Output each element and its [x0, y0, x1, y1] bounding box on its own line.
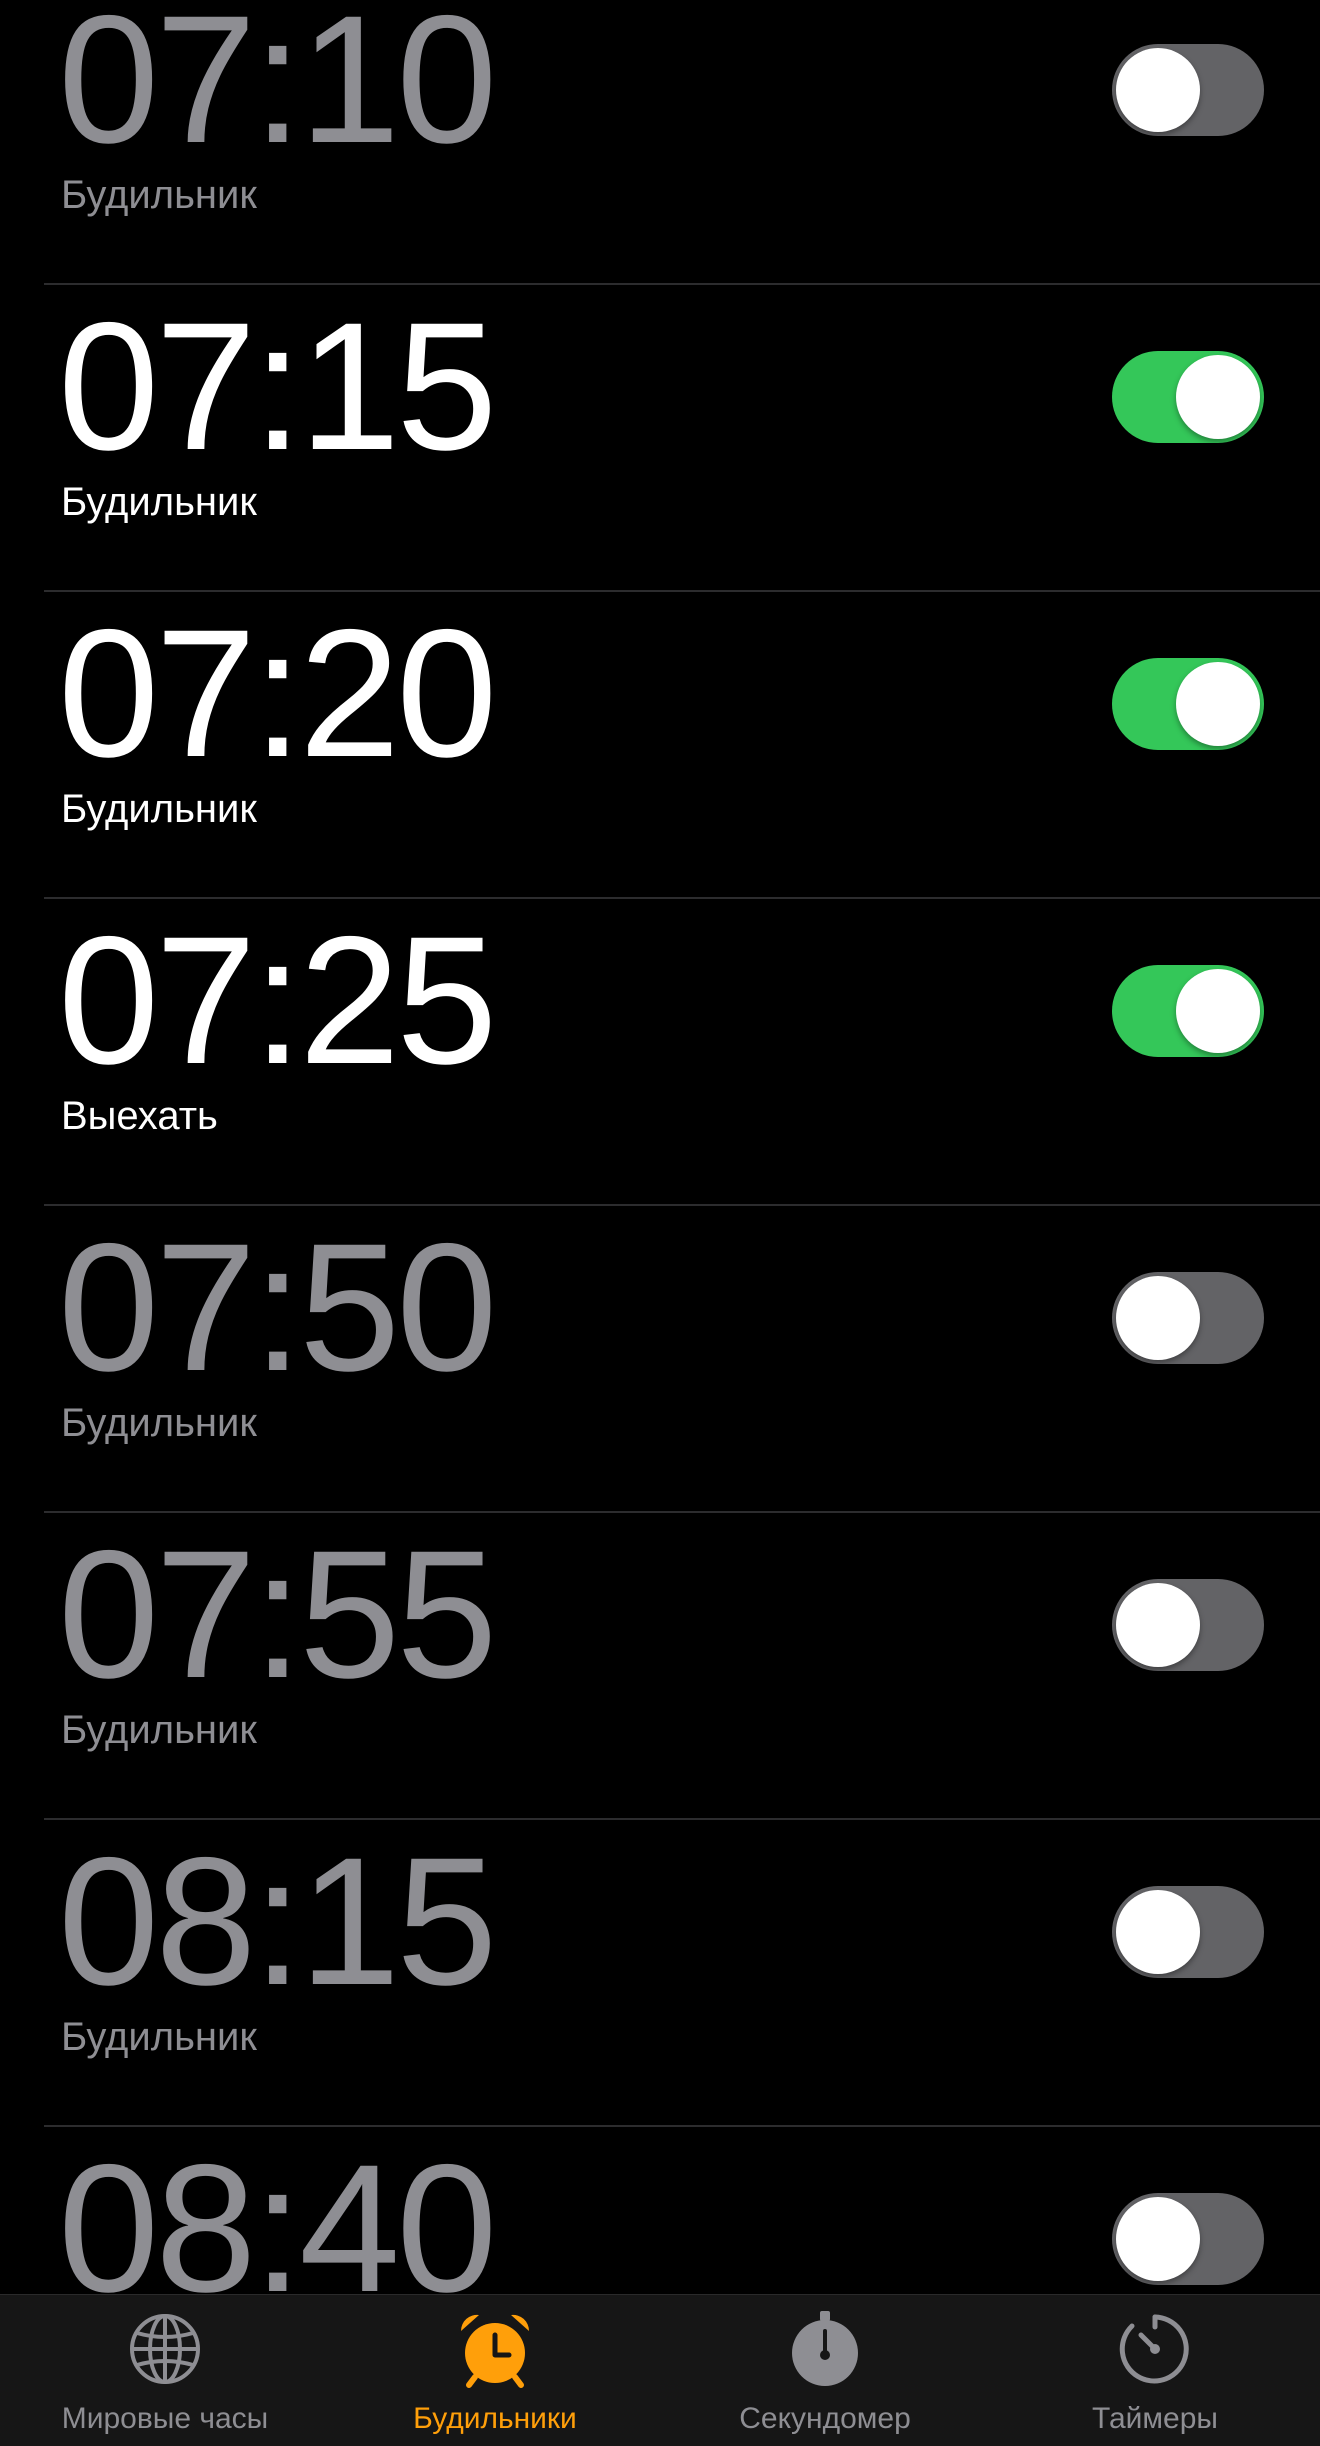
alarm-label: Выехать: [61, 1094, 218, 1138]
alarm-row[interactable]: 07:20 Будильник: [0, 592, 1320, 899]
alarm-toggle[interactable]: [1112, 1579, 1264, 1671]
tab-bar: Мировые часы Будильники Секундомер Тайме…: [0, 2294, 1320, 2446]
alarm-label: Будильник: [61, 1401, 257, 1445]
tab-stopwatch[interactable]: Секундомер: [660, 2295, 990, 2446]
alarm-row[interactable]: 08:40: [0, 2127, 1320, 2294]
alarm-label: Будильник: [61, 2015, 257, 2059]
toggle-knob: [1116, 1583, 1200, 1667]
alarm-row[interactable]: 07:25 Выехать: [0, 899, 1320, 1206]
alarm-label: Будильник: [61, 1708, 257, 1752]
tab-label: Мировые часы: [61, 2402, 269, 2435]
alarm-label: Будильник: [61, 173, 257, 217]
alarm-toggle[interactable]: [1112, 658, 1264, 750]
alarm-label: Будильник: [61, 480, 257, 524]
tab-alarms[interactable]: Будильники: [330, 2295, 660, 2446]
stopwatch-icon: [792, 2311, 858, 2386]
tab-label: Будильники: [413, 2402, 577, 2435]
tab-label: Таймеры: [1092, 2402, 1218, 2435]
alarm-row[interactable]: 07:10 Будильник: [0, 0, 1320, 285]
toggle-knob: [1176, 355, 1260, 439]
alarm-toggle[interactable]: [1112, 2193, 1264, 2285]
alarm-row[interactable]: 07:50 Будильник: [0, 1206, 1320, 1513]
alarm-row[interactable]: 07:55 Будильник: [0, 1513, 1320, 1820]
timer-icon: [1119, 2314, 1189, 2384]
globe-icon: [130, 2314, 200, 2384]
alarm-time: 08:15: [58, 1819, 497, 2023]
tab-label: Секундомер: [739, 2402, 911, 2435]
alarm-toggle[interactable]: [1112, 1886, 1264, 1978]
alarm-time: 07:20: [58, 591, 497, 795]
tab-world-clock[interactable]: Мировые часы: [0, 2295, 330, 2446]
alarm-time: 07:10: [58, 0, 497, 181]
alarm-list[interactable]: 07:10 Будильник 07:15 Будильник 07:20 Бу…: [0, 0, 1320, 2294]
alarm-time: 07:15: [58, 284, 497, 488]
alarm-time: 07:25: [58, 898, 497, 1102]
toggle-knob: [1116, 48, 1200, 132]
toggle-knob: [1116, 2197, 1200, 2281]
alarm-time: 08:40: [58, 2126, 497, 2294]
alarm-toggle[interactable]: [1112, 1272, 1264, 1364]
toggle-knob: [1116, 1890, 1200, 1974]
alarm-row[interactable]: 08:15 Будильник: [0, 1820, 1320, 2127]
alarm-label: Будильник: [61, 787, 257, 831]
alarm-time: 07:55: [58, 1512, 497, 1716]
toggle-knob: [1116, 1276, 1200, 1360]
alarm-toggle[interactable]: [1112, 44, 1264, 136]
toggle-knob: [1176, 969, 1260, 1053]
alarm-clock-icon: [460, 2314, 530, 2388]
tab-timers[interactable]: Таймеры: [990, 2295, 1320, 2446]
alarm-time: 07:50: [58, 1205, 497, 1409]
toggle-knob: [1176, 662, 1260, 746]
alarm-toggle[interactable]: [1112, 351, 1264, 443]
alarm-row[interactable]: 07:15 Будильник: [0, 285, 1320, 592]
alarm-toggle[interactable]: [1112, 965, 1264, 1057]
